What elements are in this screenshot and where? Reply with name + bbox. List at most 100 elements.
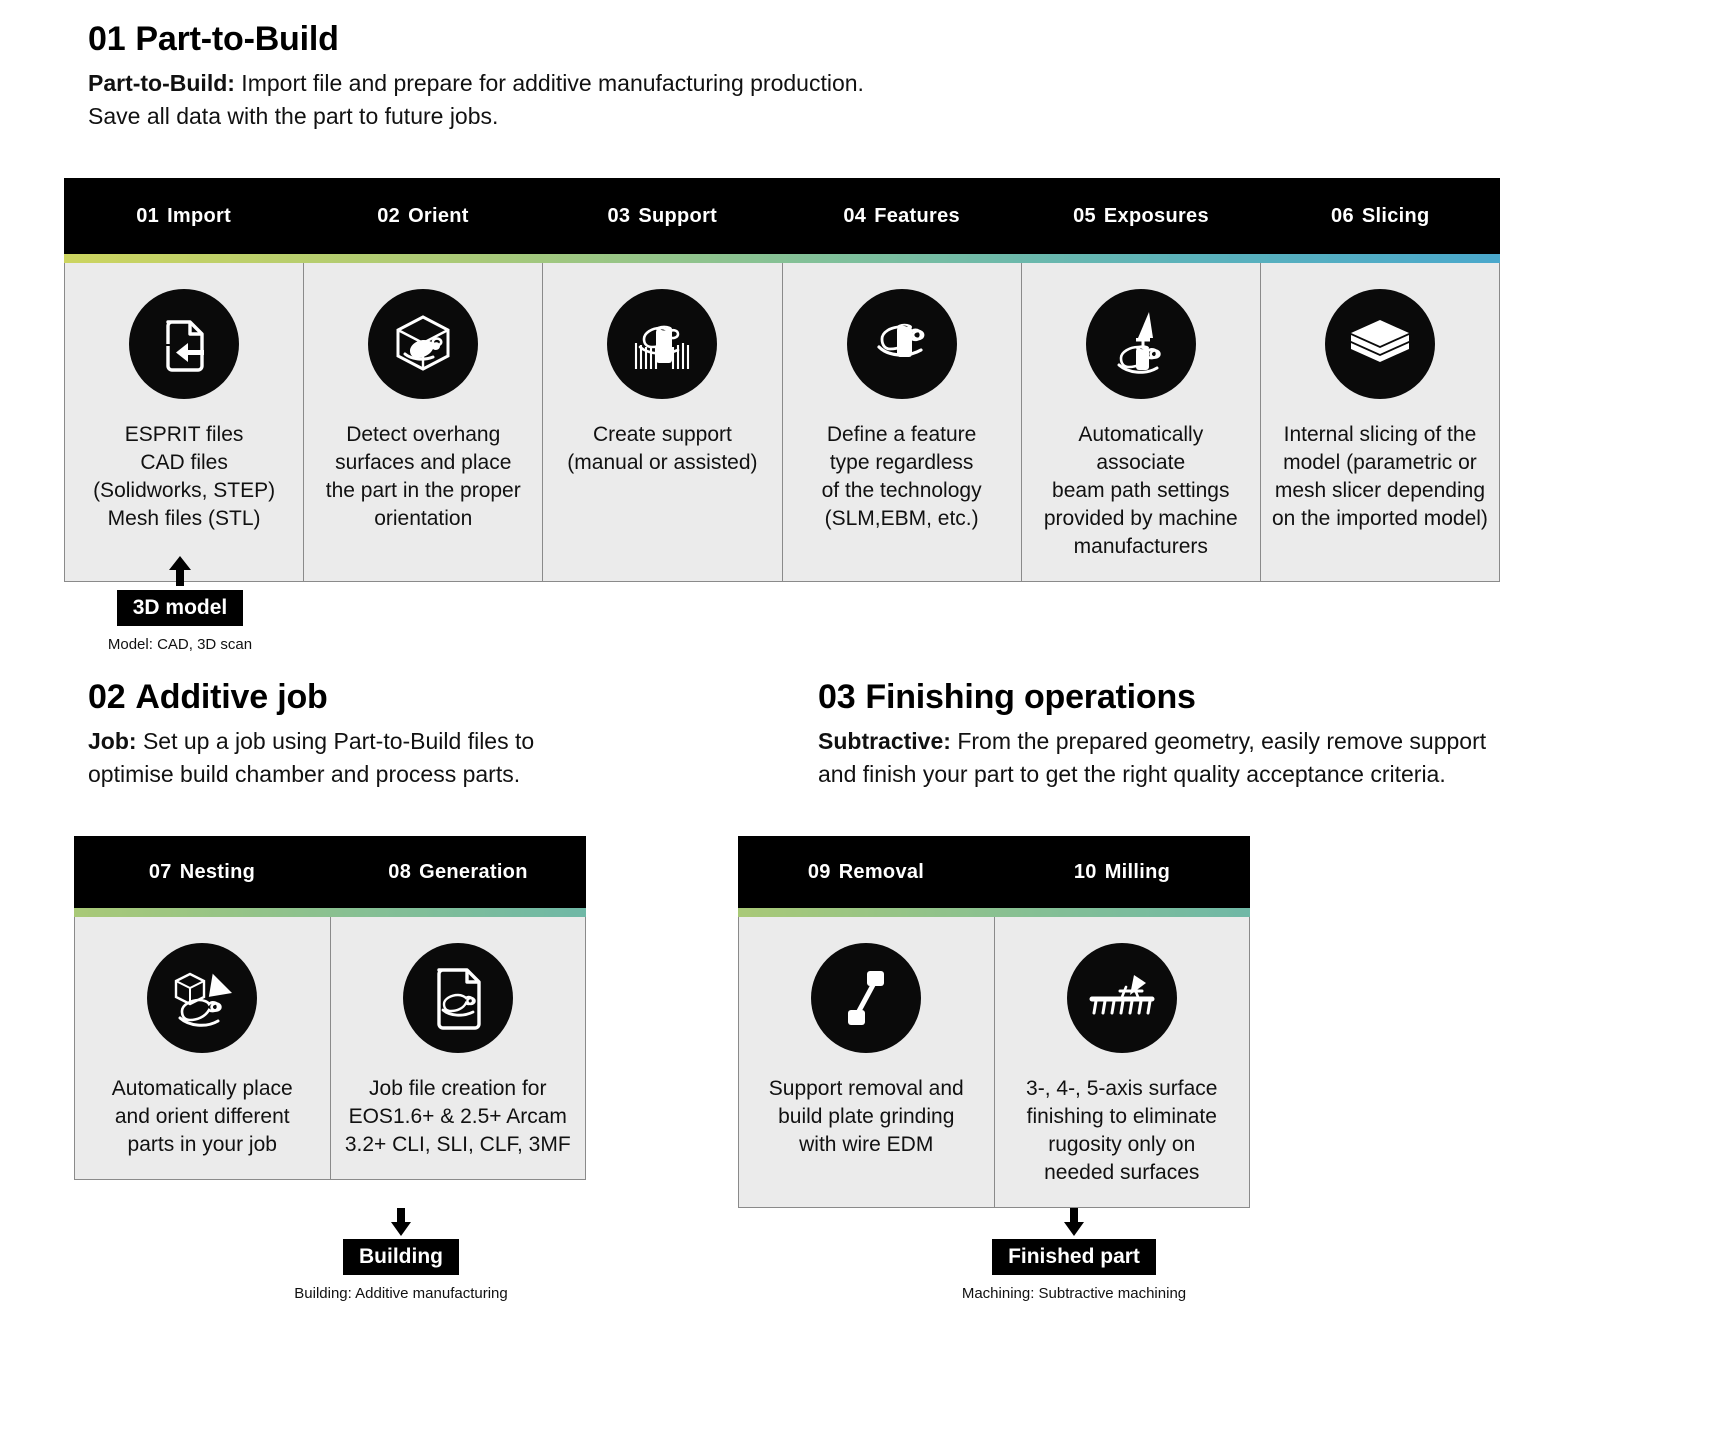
process-table-finishing: 09 Removal 10 Milling Support removal and … <box>738 836 1250 1208</box>
section-finishing-operations: 03 Finishing operations Subtractive: From… <box>818 678 1518 790</box>
arrow-down-icon <box>391 1208 411 1236</box>
flow-caption-building: Building: Additive manufacturing <box>294 1285 508 1302</box>
process-cell-import[interactable]: ESPRIT files CAD files (Solidworks, STEP… <box>65 263 305 581</box>
stacked-layers-icon <box>1324 289 1435 399</box>
section-01-number: 01 <box>88 20 126 58</box>
process-table-part-to-build: 01 Import 02 Orient 03 Support 04 Features 0… <box>64 178 1500 582</box>
process-cell-slicing[interactable]: Internal slicing of the model (parametri… <box>1261 263 1499 581</box>
section-01-description-lead: Part-to-Build: <box>88 70 235 96</box>
section-03-description-lead: Subtractive: <box>818 728 951 754</box>
wire-edm-icon <box>811 943 922 1053</box>
process-cell-text: Support removal and build plate grinding… <box>768 1077 964 1156</box>
process-cell-text: 3-, 4-, 5-axis surface finishing to elim… <box>1026 1077 1218 1184</box>
finishing-table-header: 09 Removal 10 Milling <box>738 836 1250 908</box>
section-03-description: Subtractive: From the prepared geometry,… <box>818 725 1518 790</box>
step-number: 07 <box>148 860 172 883</box>
step-header-02-orient[interactable]: 02 Orient <box>303 205 542 228</box>
step-header-04-features[interactable]: 04 Features <box>782 205 1021 228</box>
process-cell-text: Internal slicing of the model (parametri… <box>1271 423 1488 530</box>
step-header-01-import[interactable]: 01 Import <box>64 205 303 228</box>
step-number: 03 <box>607 204 631 227</box>
badge-finished-part[interactable]: Finished part <box>992 1239 1156 1275</box>
flow-caption-model: Model: CAD, 3D scan <box>107 636 253 653</box>
section-02-description: Job: Set up a job using Part-to-Build fi… <box>88 725 708 790</box>
process-cell-milling[interactable]: 3-, 4-, 5-axis surface finishing to elim… <box>995 917 1250 1207</box>
flow-building: Building Building: Additive manufacturin… <box>276 1208 526 1302</box>
process-cell-nesting[interactable]: Automatically place and orient different… <box>75 917 331 1179</box>
section-additive-job: 02 Additive job Job: Set up a job using P… <box>88 678 708 790</box>
step-number: 01 <box>136 204 160 227</box>
section-03-number: 03 <box>818 678 856 716</box>
step-header-09-removal[interactable]: 09 Removal <box>738 861 994 884</box>
step-number: 04 <box>843 204 867 227</box>
process-cell-removal[interactable]: Support removal and build plate grinding… <box>739 917 995 1207</box>
flow-caption-machining: Machining: Subtractive machining <box>961 1285 1187 1302</box>
gradient-accent-bar <box>74 908 586 917</box>
process-cell-support[interactable]: Create support (manual or assisted) <box>543 263 783 581</box>
process-cell-generation[interactable]: Job file creation for EOS1.6+ & 2.5+ Arc… <box>331 917 586 1179</box>
part-in-cube-orient-icon <box>368 289 479 399</box>
section-03-title-text: Finishing operations <box>865 678 1196 716</box>
step-number: 06 <box>1331 204 1354 227</box>
step-label: Features <box>874 204 960 227</box>
process-cell-text: Define a feature type regardless of the … <box>821 423 982 530</box>
process-cell-exposures[interactable]: Automatically associate beam path settin… <box>1022 263 1261 581</box>
step-label: Support <box>638 204 718 227</box>
additive-table-header: 07 Nesting 08 Generation <box>74 836 586 908</box>
step-number: 10 <box>1073 860 1097 883</box>
section-02-description-lead: Job: <box>88 728 137 754</box>
flow-finished-part: Finished part Machining: Subtractive mac… <box>940 1208 1208 1302</box>
step-header-06-slicing[interactable]: 06 Slicing <box>1261 205 1500 228</box>
step-label: Generation <box>419 860 528 883</box>
step-number: 09 <box>807 860 831 883</box>
step-header-10-milling[interactable]: 10 Milling <box>994 861 1250 884</box>
process-cell-text: ESPRIT files CAD files (Solidworks, STEP… <box>93 423 276 530</box>
part-with-supports-icon <box>607 289 718 399</box>
step-label: Nesting <box>179 860 256 883</box>
step-header-07-nesting[interactable]: 07 Nesting <box>74 861 330 884</box>
step-header-03-support[interactable]: 03 Support <box>543 205 782 228</box>
flow-input-3d-model: 3D model Model: CAD, 3D scan <box>60 556 300 653</box>
section-02-number: 02 <box>88 678 126 716</box>
section-03-title: 03 Finishing operations <box>818 678 1518 717</box>
arrow-down-icon <box>1064 1208 1084 1236</box>
process-cell-orient[interactable]: Detect overhang surfaces and place the p… <box>304 263 544 581</box>
badge-3d-model[interactable]: 3D model <box>116 590 244 626</box>
part-feature-icon <box>846 289 957 399</box>
finishing-table-body: Support removal and build plate grinding… <box>738 917 1250 1208</box>
process-cell-features[interactable]: Define a feature type regardless of the … <box>783 263 1022 581</box>
step-label: Exposures <box>1103 204 1209 227</box>
nesting-shapes-icon <box>147 943 258 1053</box>
step-header-05-exposures[interactable]: 05 Exposures <box>1021 205 1260 228</box>
step-label: Orient <box>408 204 469 227</box>
process-cell-text: Automatically place and orient different… <box>111 1077 293 1156</box>
gradient-accent-bar <box>64 254 1500 263</box>
step-number: 08 <box>388 860 412 883</box>
process-cell-text: Create support (manual or assisted) <box>567 423 758 474</box>
badge-building[interactable]: Building <box>343 1239 459 1275</box>
section-part-to-build: 01 Part-to-Build Part-to-Build: Import fi… <box>88 20 1488 132</box>
step-label: Import <box>167 204 232 227</box>
step-label: Removal <box>838 860 925 883</box>
process-table-header: 01 Import 02 Orient 03 Support 04 Features 0… <box>64 178 1500 254</box>
file-import-icon <box>129 289 240 399</box>
section-02-title: 02 Additive job <box>88 678 708 717</box>
step-label: Milling <box>1104 860 1171 883</box>
section-02-description-rest: Set up a job using Part-to-Build files t… <box>88 728 535 787</box>
step-number: 02 <box>377 204 401 227</box>
section-01-title: 01 Part-to-Build <box>88 20 1488 59</box>
milling-rake-icon <box>1066 943 1177 1053</box>
process-cell-text: Job file creation for EOS1.6+ & 2.5+ Arc… <box>344 1077 571 1156</box>
section-01-title-text: Part-to-Build <box>135 20 339 58</box>
section-01-description: Part-to-Build: Import file and prepare f… <box>88 67 1488 132</box>
gradient-accent-bar <box>738 908 1250 917</box>
step-number: 05 <box>1073 204 1096 227</box>
process-cell-text: Detect overhang surfaces and place the p… <box>325 423 521 530</box>
process-cell-text: Automatically associate beam path settin… <box>1043 423 1238 558</box>
job-file-icon <box>402 943 513 1053</box>
section-02-title-text: Additive job <box>135 678 328 716</box>
step-header-08-generation[interactable]: 08 Generation <box>330 861 586 884</box>
process-table-body: ESPRIT files CAD files (Solidworks, STEP… <box>64 263 1500 582</box>
process-table-additive-job: 07 Nesting 08 Generation Automatically pla… <box>74 836 586 1180</box>
step-label: Slicing <box>1361 204 1430 227</box>
